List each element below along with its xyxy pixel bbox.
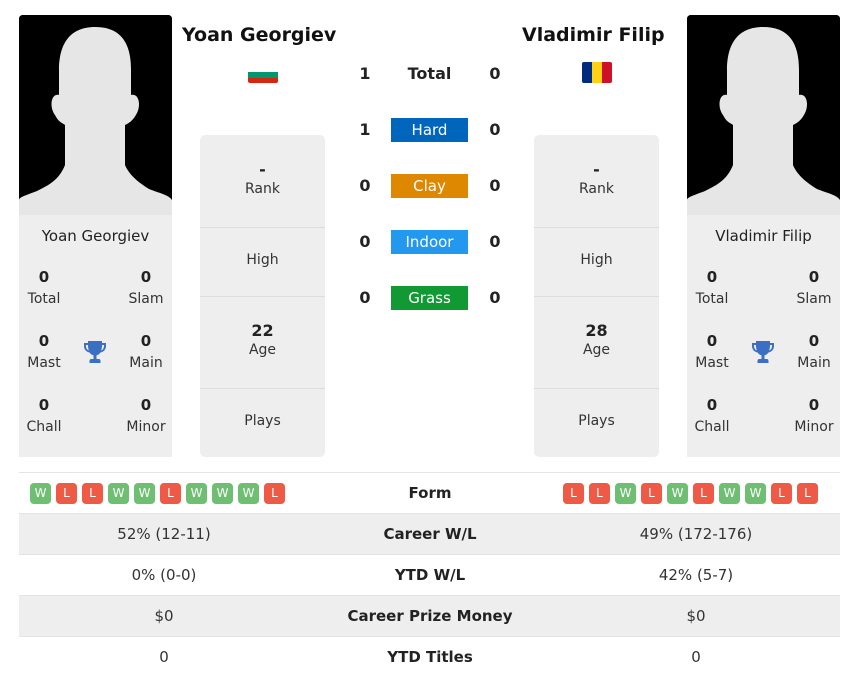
titles-mast: 0 Mast (27, 332, 61, 371)
bulgaria-flag-icon (248, 67, 278, 83)
h2h-row-total: 1 Total 0 (345, 62, 515, 86)
form-badge-win[interactable]: W (745, 483, 766, 504)
titles-total: 0 Total (27, 268, 61, 307)
stat-plays: Plays (578, 413, 615, 429)
form-badge-loss[interactable]: L (641, 483, 662, 504)
form-badge-loss[interactable]: L (264, 483, 285, 504)
form-badge-win[interactable]: W (186, 483, 207, 504)
form-badge-loss[interactable]: L (563, 483, 584, 504)
surface-badge-indoor: Indoor (391, 230, 468, 254)
form-row: WLLWWLWWWL Form LLWLWLWWLL (19, 472, 840, 513)
surface-badge-clay: Clay (391, 174, 468, 198)
player-right-name[interactable]: Vladimir Filip (522, 24, 665, 46)
stat-high: High (534, 228, 659, 297)
form-label: Form (408, 484, 452, 502)
surface-badge-grass: Grass (391, 286, 468, 310)
titles-chall: 0 Chall (26, 396, 62, 435)
titles-minor: 0 Minor (794, 396, 834, 435)
player-left-card-name[interactable]: Yoan Georgiev (19, 227, 172, 245)
titles-slam: 0 Slam (796, 268, 832, 307)
stat-rank: - Rank (534, 135, 659, 228)
flag-stripe (248, 77, 278, 83)
table-row: 52% (12-11) Career W/L 49% (172-176) (19, 513, 840, 554)
table-row: 0% (0-0) YTD W/L 42% (5-7) (19, 554, 840, 595)
form-badge-loss[interactable]: L (797, 483, 818, 504)
table-row: 0 YTD Titles 0 (19, 636, 840, 677)
titles-main: 0 Main (797, 332, 831, 371)
form-badge-win[interactable]: W (134, 483, 155, 504)
stat-high: High (200, 228, 325, 297)
titles-minor: 0 Minor (126, 396, 166, 435)
player-right-card-name[interactable]: Vladimir Filip (687, 227, 840, 245)
form-badge-win[interactable]: W (108, 483, 129, 504)
comparison-table: WLLWWLWWWL Form LLWLWLWWLL 52% (12-11) C… (19, 472, 840, 677)
trophy-icon (752, 341, 774, 363)
form-badge-loss[interactable]: L (160, 483, 181, 504)
titles-mast: 0 Mast (695, 332, 729, 371)
form-badge-win[interactable]: W (30, 483, 51, 504)
player-left-stats: - Rank High 22 Age Plays (200, 135, 325, 457)
flag-stripe (592, 62, 602, 83)
stat-plays: Plays (244, 413, 281, 429)
h2h-row-indoor: 0 Indoor 0 (345, 230, 515, 254)
form-badge-loss[interactable]: L (589, 483, 610, 504)
romania-flag-icon (582, 62, 612, 83)
surface-label-total: Total (407, 64, 452, 83)
form-badge-win[interactable]: W (238, 483, 259, 504)
player-right-titles-card: Vladimir Filip 0 Total 0 Slam 0 Mast 0 Main … (687, 215, 840, 457)
form-badge-win[interactable]: W (615, 483, 636, 504)
form-badge-win[interactable]: W (719, 483, 740, 504)
player-right-photo (687, 15, 840, 215)
silhouette-icon (687, 15, 840, 215)
stat-age: 28 Age (534, 297, 659, 389)
flag-stripe (602, 62, 612, 83)
trophy-icon (84, 341, 106, 363)
titles-chall: 0 Chall (694, 396, 730, 435)
flag-stripe (582, 62, 592, 83)
form-badge-loss[interactable]: L (693, 483, 714, 504)
titles-total: 0 Total (695, 268, 729, 307)
form-badge-loss[interactable]: L (56, 483, 77, 504)
form-badge-win[interactable]: W (212, 483, 233, 504)
player-left-name[interactable]: Yoan Georgiev (182, 24, 336, 46)
player-right-form: LLWLWLWWLL (563, 483, 818, 504)
stat-rank: - Rank (200, 135, 325, 228)
player-left-form: WLLWWLWWWL (30, 483, 285, 504)
h2h-row-grass: 0 Grass 0 (345, 286, 515, 310)
player-right-stats: - Rank High 28 Age Plays (534, 135, 659, 457)
surface-badge-hard: Hard (391, 118, 468, 142)
titles-slam: 0 Slam (128, 268, 164, 307)
table-row: $0 Career Prize Money $0 (19, 595, 840, 636)
form-badge-loss[interactable]: L (82, 483, 103, 504)
form-badge-win[interactable]: W (667, 483, 688, 504)
titles-main: 0 Main (129, 332, 163, 371)
form-badge-loss[interactable]: L (771, 483, 792, 504)
player-left-titles-card: Yoan Georgiev 0 Total 0 Slam 0 Mast 0 Main 0… (19, 215, 172, 457)
player-left-photo (19, 15, 172, 215)
stat-age: 22 Age (200, 297, 325, 389)
silhouette-icon (19, 15, 172, 215)
h2h-row-clay: 0 Clay 0 (345, 174, 515, 198)
h2h-row-hard: 1 Hard 0 (345, 118, 515, 142)
